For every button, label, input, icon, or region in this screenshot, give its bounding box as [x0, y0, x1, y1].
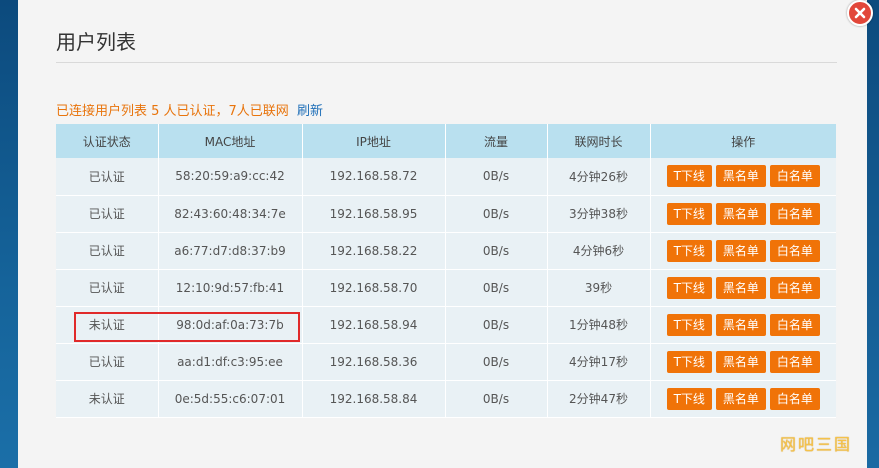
- user-list-dialog: 用户列表 已连接用户列表 5 人已认证，7人已联网 刷新 认证状态 MAC地址 …: [18, 0, 867, 468]
- traffic-cell: 0B/s: [445, 343, 548, 381]
- blacklist-button[interactable]: 黑名单: [715, 165, 766, 188]
- blacklist-button[interactable]: 黑名单: [715, 202, 766, 225]
- duration-cell: 4分钟26秒: [547, 158, 651, 196]
- status-cell: 已认证: [56, 195, 159, 233]
- status-cell: 未认证: [56, 306, 159, 344]
- traffic-cell: 0B/s: [445, 269, 548, 307]
- duration-cell: 3分钟38秒: [547, 195, 651, 233]
- close-button[interactable]: [847, 0, 873, 26]
- traffic-cell: 0B/s: [445, 158, 548, 196]
- mac-cell: 0e:5d:55:c6:07:01: [158, 380, 303, 418]
- table-row: 已认证 58:20:59:a9:cc:42 192.168.58.72 0B/s 4分钟…: [56, 158, 836, 196]
- blacklist-button[interactable]: 黑名单: [715, 350, 766, 373]
- table-row: 已认证 12:10:9d:57:fb:41 192.168.58.70 0B/s 39秒…: [56, 269, 836, 307]
- blacklist-button[interactable]: 黑名单: [715, 313, 766, 336]
- blacklist-button[interactable]: 黑名单: [715, 276, 766, 299]
- whitelist-button[interactable]: 白名单: [769, 387, 820, 410]
- status-cell: 已认证: [56, 232, 159, 270]
- status-cell: 已认证: [56, 343, 159, 381]
- duration-cell: 4分钟17秒: [547, 343, 651, 381]
- mac-cell: 58:20:59:a9:cc:42: [158, 158, 303, 196]
- duration-cell: 1分钟48秒: [547, 306, 651, 344]
- ip-cell: 192.168.58.36: [302, 343, 446, 381]
- table-row: 未认证 0e:5d:55:c6:07:01 192.168.58.84 0B/s 2分钟…: [56, 380, 836, 418]
- table-row: 未认证 98:0d:af:0a:73:7b 192.168.58.94 0B/s 1分钟…: [56, 306, 836, 344]
- actions-cell: T下线 黑名单 白名单: [650, 306, 836, 344]
- actions-cell: T下线 黑名单 白名单: [650, 343, 836, 381]
- duration-cell: 39秒: [547, 269, 651, 307]
- dialog-title: 用户列表: [56, 30, 136, 54]
- status-cell: 已认证: [56, 269, 159, 307]
- background-left: [0, 0, 18, 468]
- ip-cell: 192.168.58.94: [302, 306, 446, 344]
- ip-cell: 192.168.58.84: [302, 380, 446, 418]
- table-row: 已认证 a6:77:d7:d8:37:b9 192.168.58.22 0B/s 4分钟…: [56, 232, 836, 270]
- whitelist-button[interactable]: 白名单: [769, 165, 820, 188]
- traffic-cell: 0B/s: [445, 380, 548, 418]
- table-header-row: 认证状态 MAC地址 IP地址 流量 联网时长 操作: [56, 124, 836, 158]
- blacklist-button[interactable]: 黑名单: [715, 239, 766, 262]
- mac-cell: 98:0d:af:0a:73:7b: [158, 306, 303, 344]
- whitelist-button[interactable]: 白名单: [769, 202, 820, 225]
- kick-offline-button[interactable]: T下线: [666, 276, 712, 299]
- traffic-cell: 0B/s: [445, 195, 548, 233]
- actions-cell: T下线 黑名单 白名单: [650, 232, 836, 270]
- whitelist-button[interactable]: 白名单: [769, 239, 820, 262]
- header-traffic: 流量: [445, 124, 548, 158]
- whitelist-button[interactable]: 白名单: [769, 350, 820, 373]
- ip-cell: 192.168.58.22: [302, 232, 446, 270]
- title-divider: [56, 62, 837, 63]
- actions-cell: T下线 黑名单 白名单: [650, 380, 836, 418]
- ip-cell: 192.168.58.95: [302, 195, 446, 233]
- mac-cell: aa:d1:df:c3:95:ee: [158, 343, 303, 381]
- mac-cell: 82:43:60:48:34:7e: [158, 195, 303, 233]
- table-row: 已认证 aa:d1:df:c3:95:ee 192.168.58.36 0B/s 4分钟…: [56, 343, 836, 381]
- status-cell: 已认证: [56, 158, 159, 196]
- header-actions: 操作: [650, 124, 836, 158]
- whitelist-button[interactable]: 白名单: [769, 313, 820, 336]
- actions-cell: T下线 黑名单 白名单: [650, 195, 836, 233]
- status-cell: 未认证: [56, 380, 159, 418]
- mac-cell: a6:77:d7:d8:37:b9: [158, 232, 303, 270]
- traffic-cell: 0B/s: [445, 232, 548, 270]
- mac-cell: 12:10:9d:57:fb:41: [158, 269, 303, 307]
- actions-cell: T下线 黑名单 白名单: [650, 158, 836, 196]
- blacklist-button[interactable]: 黑名单: [715, 387, 766, 410]
- header-status: 认证状态: [56, 124, 159, 158]
- watermark-logo: 网吧三国: [780, 435, 853, 454]
- kick-offline-button[interactable]: T下线: [666, 239, 712, 262]
- close-icon: [854, 7, 866, 19]
- background-right: [867, 0, 879, 468]
- kick-offline-button[interactable]: T下线: [666, 202, 712, 225]
- connection-summary: 已连接用户列表 5 人已认证，7人已联网 刷新: [56, 100, 323, 119]
- user-table: 认证状态 MAC地址 IP地址 流量 联网时长 操作 已认证 58:20:59:a…: [56, 124, 836, 418]
- header-duration: 联网时长: [547, 124, 651, 158]
- kick-offline-button[interactable]: T下线: [666, 350, 712, 373]
- ip-cell: 192.168.58.72: [302, 158, 446, 196]
- actions-cell: T下线 黑名单 白名单: [650, 269, 836, 307]
- kick-offline-button[interactable]: T下线: [666, 387, 712, 410]
- summary-text: 已连接用户列表 5 人已认证，7人已联网: [56, 104, 289, 119]
- kick-offline-button[interactable]: T下线: [666, 165, 712, 188]
- kick-offline-button[interactable]: T下线: [666, 313, 712, 336]
- table-row: 已认证 82:43:60:48:34:7e 192.168.58.95 0B/s 3分钟…: [56, 195, 836, 233]
- refresh-link[interactable]: 刷新: [297, 104, 323, 119]
- duration-cell: 2分钟47秒: [547, 380, 651, 418]
- header-ip: IP地址: [302, 124, 446, 158]
- header-mac: MAC地址: [158, 124, 303, 158]
- duration-cell: 4分钟6秒: [547, 232, 651, 270]
- traffic-cell: 0B/s: [445, 306, 548, 344]
- whitelist-button[interactable]: 白名单: [769, 276, 820, 299]
- ip-cell: 192.168.58.70: [302, 269, 446, 307]
